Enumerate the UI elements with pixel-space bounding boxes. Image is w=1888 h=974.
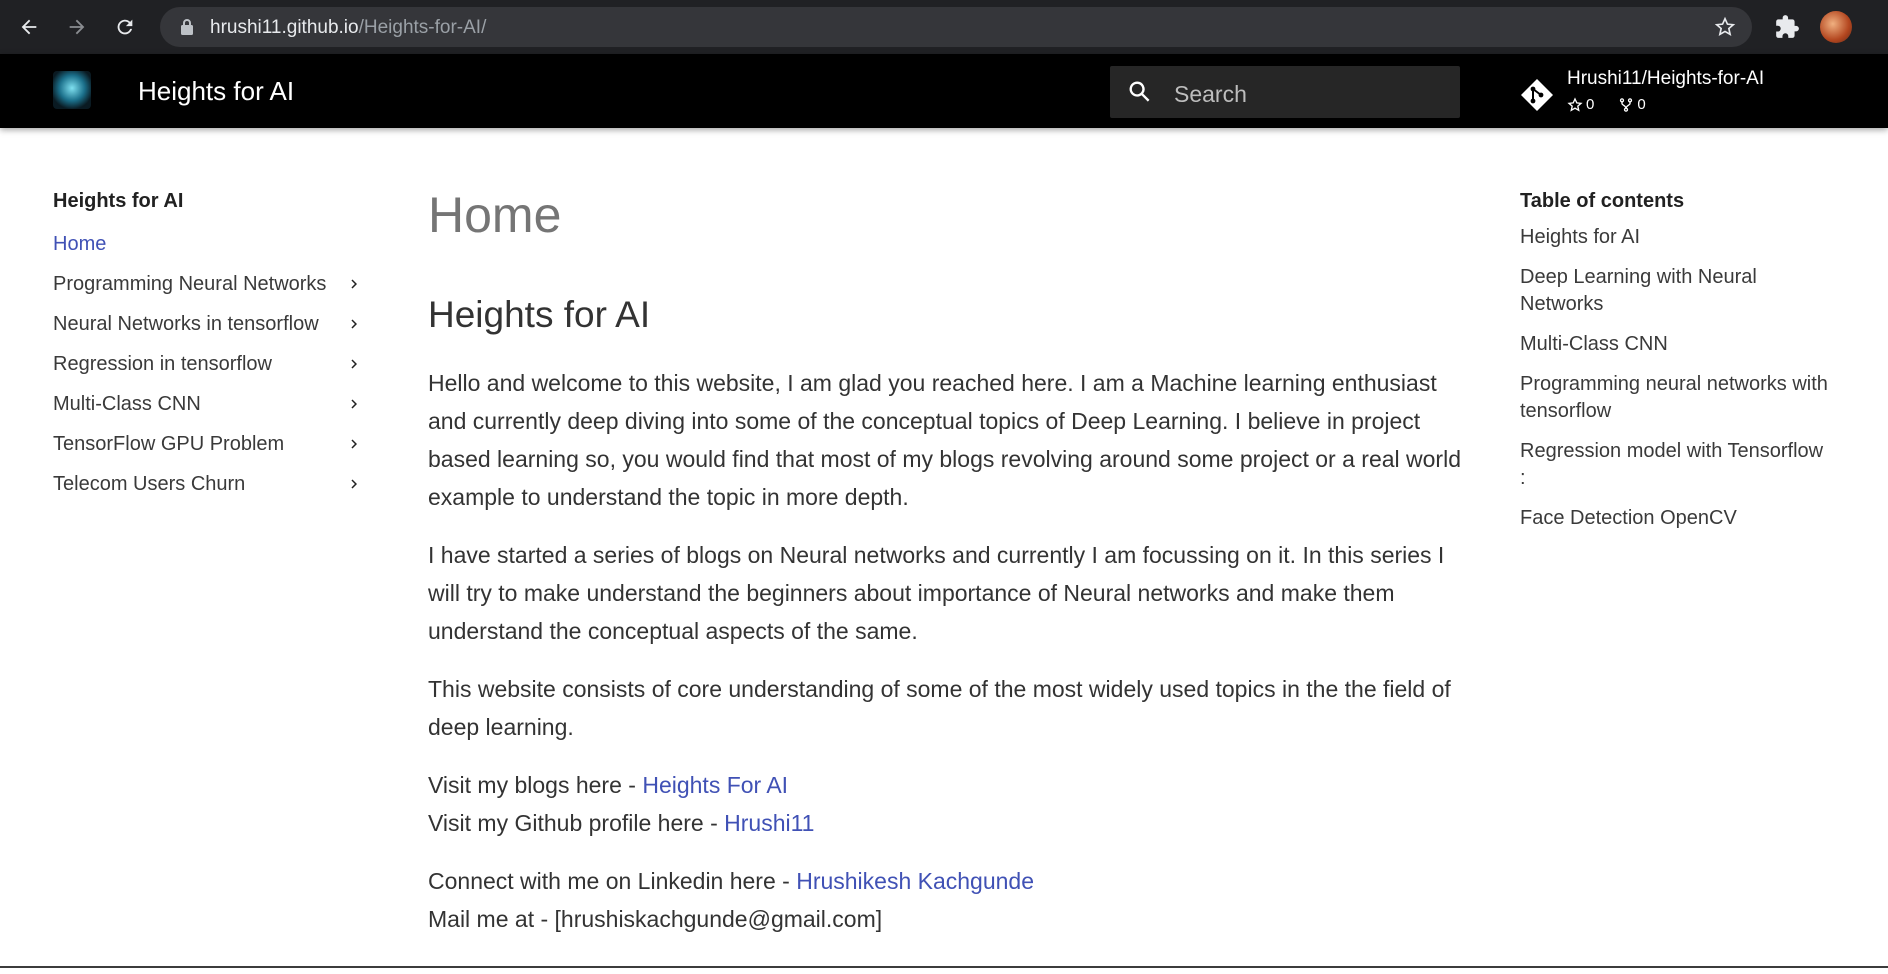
nav-item-telecom-users-churn[interactable]: Telecom Users Churn <box>53 464 373 504</box>
site-logo[interactable] <box>53 71 91 109</box>
nav-item-label: TensorFlow GPU Problem <box>53 432 285 455</box>
extensions-icon[interactable] <box>1774 14 1800 40</box>
contact-paragraph: Connect with me on Linkedin here - Hrush… <box>428 862 1468 938</box>
forks-count: 0 <box>1637 96 1646 113</box>
nav-item-tensorflow-gpu-problem[interactable]: TensorFlow GPU Problem <box>53 424 373 464</box>
repo-stars: 0 <box>1567 96 1606 113</box>
stars-count: 0 <box>1586 96 1595 113</box>
nav-item-regression-in-tensorflow[interactable]: Regression in tensorflow <box>53 344 373 384</box>
nav-item-label: Multi-Class CNN <box>53 392 201 415</box>
table-of-contents: Table of contents Heights for AI Deep Le… <box>1520 190 1830 545</box>
section-heading: Heights for AI <box>428 294 651 335</box>
arrow-left-icon <box>21 19 37 35</box>
browser-toolbar: hrushi11.github.io/Heights-for-AI/ <box>0 0 1888 54</box>
window-bottom-edge <box>0 966 1888 968</box>
fork-icon <box>1620 97 1633 112</box>
chevron-right-icon <box>351 279 357 289</box>
url-path: /Heights-for-AI/ <box>358 17 487 38</box>
profile-avatar[interactable] <box>1820 11 1852 43</box>
reload-button[interactable] <box>110 12 140 42</box>
chevron-right-icon <box>351 439 357 449</box>
site-title: Heights for AI <box>138 76 295 106</box>
toc-item[interactable]: Heights for AI <box>1520 224 1830 251</box>
linkedin-prefix: Connect with me on Linkedin here - <box>428 868 797 894</box>
blogs-prefix: Visit my blogs here - <box>428 772 643 798</box>
series-paragraph: I have started a series of blogs on Neur… <box>428 542 1445 644</box>
mail-text: Mail me at - [hrushiskachgunde@gmail.com… <box>428 906 883 932</box>
toc-item[interactable]: Multi-Class CNN <box>1520 331 1830 358</box>
bookmark-star-icon[interactable] <box>1714 16 1736 38</box>
linkedin-link[interactable]: Hrushikesh Kachgunde <box>796 868 1034 894</box>
nav-item-label: Telecom Users Churn <box>53 472 246 495</box>
page-title: Home <box>428 187 562 243</box>
blogs-link[interactable]: Heights For AI <box>642 772 788 798</box>
lock-icon <box>181 19 193 35</box>
nav-item-label: Regression in tensorflow <box>53 352 272 375</box>
github-link[interactable]: Hrushi11 <box>724 810 814 836</box>
chevron-right-icon <box>351 479 357 489</box>
search-placeholder: Search <box>1174 81 1247 107</box>
nav-item-label: Neural Networks in tensorflow <box>53 312 319 335</box>
nav-title: Heights for AI <box>53 190 184 212</box>
chevron-right-icon <box>351 359 357 369</box>
arrow-right-icon <box>69 19 85 35</box>
site-header: Heights for AI Search Hrushi11/Heights-f… <box>0 54 1888 128</box>
git-icon <box>1521 79 1553 111</box>
reload-icon <box>117 19 133 35</box>
chevron-right-icon <box>351 319 357 329</box>
nav-item-neural-networks-in-tensorflow[interactable]: Neural Networks in tensorflow <box>53 304 373 344</box>
repo-facts: 0 0 <box>1567 96 1670 113</box>
github-prefix: Visit my Github profile here - <box>428 810 725 836</box>
toc-item[interactable]: Face Detection OpenCV <box>1520 505 1830 532</box>
toc-item[interactable]: Regression model with Tensorflow : <box>1520 438 1830 492</box>
toc-item[interactable]: Deep Learning with Neural Networks <box>1520 264 1830 318</box>
nav-item-multi-class-cnn[interactable]: Multi-Class CNN <box>53 384 373 424</box>
forward-button[interactable] <box>62 12 92 42</box>
scope-paragraph: This website consists of core understand… <box>428 676 1451 740</box>
star-icon <box>1567 96 1583 112</box>
main-content: Home Heights for AI Hello and welcome to… <box>428 186 1468 938</box>
nav-item-label: Home <box>53 232 107 255</box>
nav-item-home[interactable]: Home <box>53 224 373 264</box>
url-host: hrushi11.github.io <box>210 17 359 38</box>
left-navigation: Heights for AI Home Programming Neural N… <box>53 190 373 504</box>
repo-name: Hrushi11/Heights-for-AI <box>1567 68 1765 89</box>
repo-forks: 0 <box>1618 96 1657 113</box>
toc-title: Table of contents <box>1520 190 1685 212</box>
url-text: hrushi11.github.io/Heights-for-AI/ <box>210 17 486 39</box>
nav-item-programming-neural-networks[interactable]: Programming Neural Networks <box>53 264 373 304</box>
intro-paragraph: Hello and welcome to this website, I am … <box>428 370 1461 510</box>
toc-item[interactable]: Programming neural networks with tensorf… <box>1520 371 1830 425</box>
search-input[interactable]: Search <box>1110 66 1460 118</box>
chevron-right-icon <box>351 399 357 409</box>
search-icon <box>1129 81 1150 102</box>
address-bar[interactable]: hrushi11.github.io/Heights-for-AI/ <box>160 7 1752 47</box>
nav-item-label: Programming Neural Networks <box>53 272 327 295</box>
links-paragraph: Visit my blogs here - Heights For AI Vis… <box>428 766 1468 842</box>
back-button[interactable] <box>14 12 44 42</box>
